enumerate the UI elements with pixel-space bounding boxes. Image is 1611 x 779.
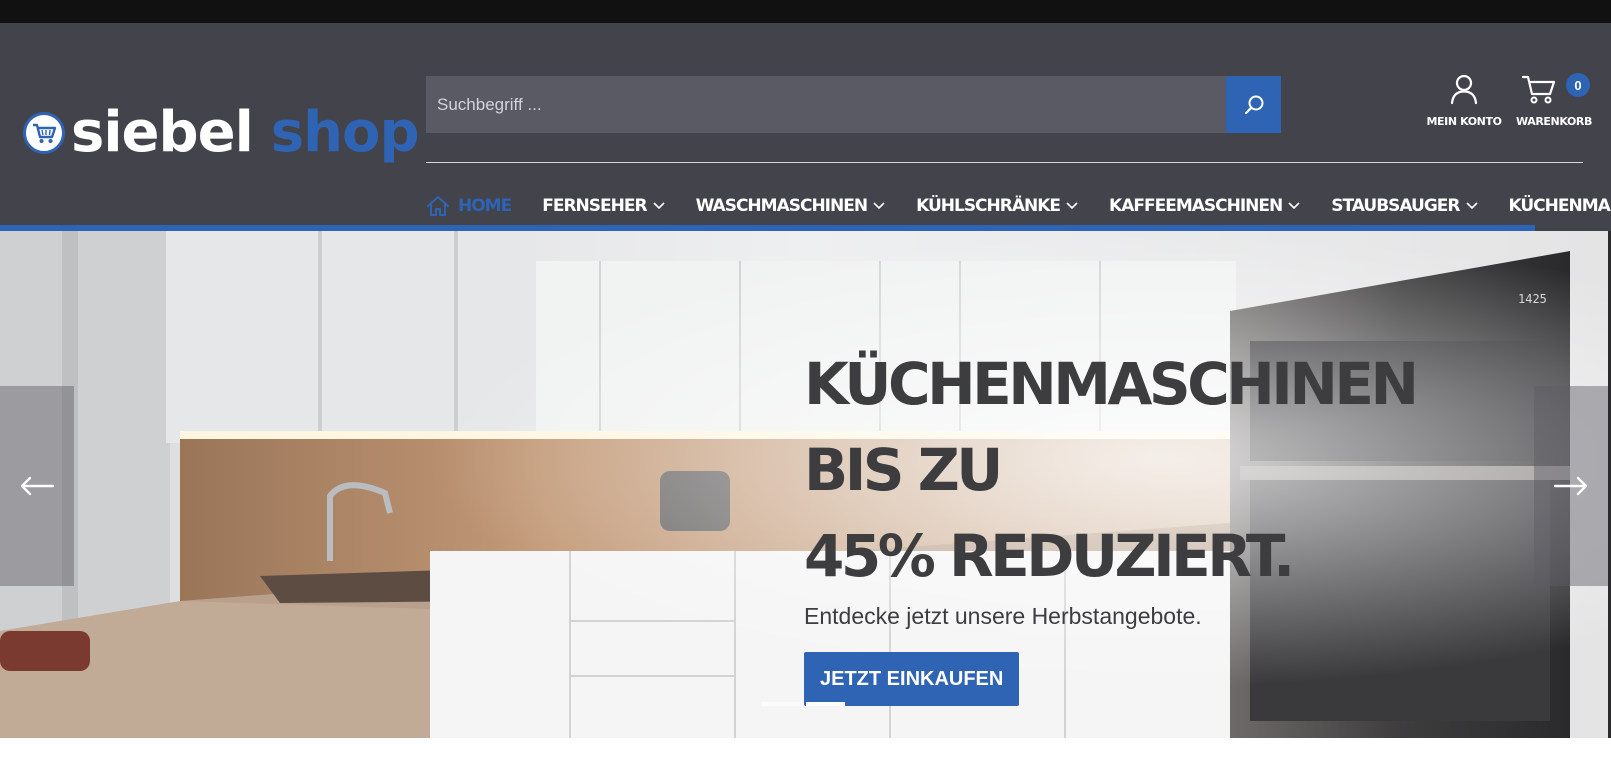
account-link[interactable]: MEIN KONTO <box>1424 73 1504 128</box>
arrow-right-icon <box>1553 476 1588 496</box>
cart-count-badge: 0 <box>1566 73 1590 97</box>
hero-caption: Küchenmaschinen bis zu 45% reduziert. En… <box>804 341 1424 706</box>
nav-label-home: Home <box>458 196 512 216</box>
logo-text-shop: shop <box>270 100 420 165</box>
slider-prev-button[interactable] <box>0 386 74 586</box>
slider-next-button[interactable] <box>1534 386 1608 586</box>
hero-title-line2: 45% reduziert. <box>804 522 1295 590</box>
nav-label-kaffeemaschinen: Kaffeemaschinen <box>1109 196 1283 216</box>
nav-item-waschmaschinen[interactable]: Waschmaschinen <box>696 196 886 216</box>
main-nav: Home Fernseher Waschmaschinen Kühlschrän… <box>426 191 1611 221</box>
arrow-left-icon <box>20 476 55 496</box>
nav-item-kaffeemaschinen[interactable]: Kaffeemaschinen <box>1109 196 1300 216</box>
svg-text:1425: 1425 <box>1518 292 1547 306</box>
site-header: siebel shop MEIN KONTO 0 WARENKORB <box>0 23 1611 225</box>
nav-item-staubsauger[interactable]: Staubsauger <box>1331 196 1478 216</box>
cart-logo-icon <box>23 112 65 154</box>
site-logo[interactable]: siebel shop <box>23 93 420 173</box>
nav-label-kuehlschraenke: Kühlschränke <box>916 196 1061 216</box>
search-input[interactable] <box>426 76 1226 133</box>
hero-title-line1: Küchenmaschinen bis zu <box>804 350 1419 504</box>
hero-slider: 1425 Küchenmaschinen bis zu 45% reduzier… <box>0 231 1608 738</box>
nav-label-waschmaschinen: Waschmaschinen <box>695 196 869 216</box>
account-label: MEIN KONTO <box>1426 115 1502 128</box>
nav-label-kuechenmaschinen: Küchenmaschinen <box>1508 196 1611 216</box>
slider-dot-1[interactable] <box>761 702 800 706</box>
user-icon <box>1450 74 1478 105</box>
logo-text-siebel: siebel <box>71 100 254 165</box>
top-bar <box>0 0 1611 23</box>
hero-subtitle: Entdecke jetzt unsere Herbstangebote. <box>804 603 1202 629</box>
nav-item-home[interactable]: Home <box>426 195 512 217</box>
chevron-down-icon <box>1066 202 1078 210</box>
slider-dots <box>761 702 851 706</box>
chevron-down-icon <box>873 202 885 210</box>
search-bar <box>426 76 1281 133</box>
search-button[interactable] <box>1226 76 1281 133</box>
cart-label: WARENKORB <box>1516 115 1592 128</box>
header-divider <box>426 162 1583 163</box>
home-icon <box>427 196 449 216</box>
chevron-down-icon <box>1465 202 1478 210</box>
chevron-down-icon <box>652 202 665 210</box>
nav-item-fernseher[interactable]: Fernseher <box>542 196 665 216</box>
search-icon <box>1244 95 1263 114</box>
nav-item-kuechenmaschinen[interactable]: Küchenmaschinen <box>1509 196 1611 216</box>
shop-now-button[interactable]: JETZT EINKAUFEN <box>804 652 1020 706</box>
nav-label-fernseher: Fernseher <box>542 196 647 216</box>
slider-dot-2[interactable] <box>806 702 845 706</box>
chevron-down-icon <box>1288 202 1300 210</box>
nav-label-staubsauger: Staubsauger <box>1331 196 1460 216</box>
nav-item-kuehlschraenke[interactable]: Kühlschränke <box>916 196 1078 216</box>
cart-link[interactable]: 0 WARENKORB <box>1516 73 1592 128</box>
cart-icon <box>1522 75 1556 104</box>
